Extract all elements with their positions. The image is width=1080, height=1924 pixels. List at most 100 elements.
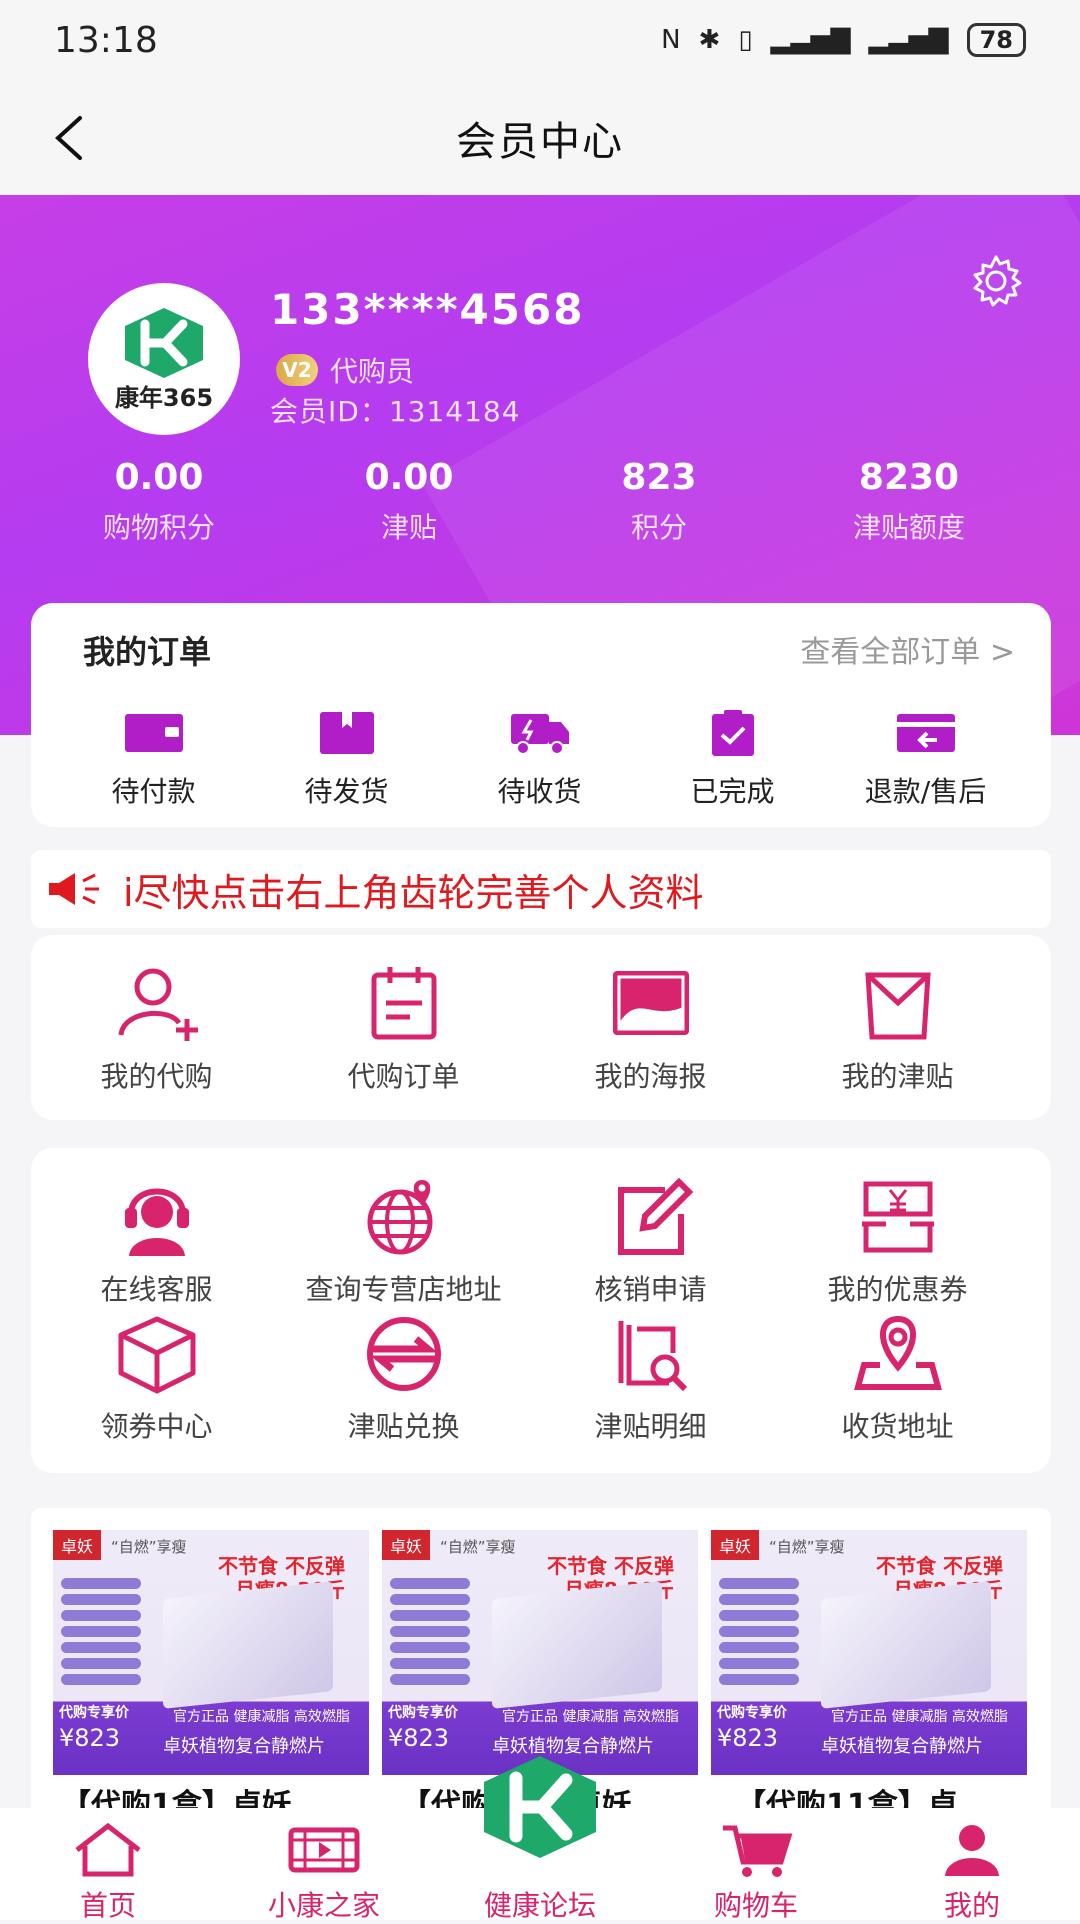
member-level: V2 代购员 [276, 350, 414, 390]
product-title[interactable]: 【代购11盒】卓 [736, 1780, 958, 1808]
globe-pin-icon [367, 1180, 432, 1255]
product-slogan: “自燃”享瘦 [111, 1538, 187, 1556]
add-user-icon [118, 968, 198, 1041]
order-label: 待发货 [304, 775, 389, 808]
status-icons: N ✱ ▯ ▂▃▅▇ ▂▃▅▇ 78 [661, 23, 1026, 57]
wallet-icon [124, 714, 183, 752]
megaphone-icon [49, 873, 99, 905]
tool-coupon-center[interactable]: 领券中心 [33, 1313, 280, 1445]
signal-icon: ▂▃▅▇ [868, 25, 949, 55]
refund-icon [896, 714, 955, 752]
nav-bar: 会员中心 [0, 80, 1080, 195]
tab-mine[interactable]: 我的 [864, 1808, 1080, 1922]
search-docs-icon [618, 1321, 687, 1392]
product-price: ¥823 [717, 1724, 779, 1752]
signal-icon: ▂▃▅▇ [770, 25, 851, 55]
level-label: 代购员 [330, 355, 415, 388]
user-icon [945, 1825, 999, 1876]
tool-allowance-details[interactable]: 津贴明细 [527, 1313, 774, 1445]
gear-icon[interactable] [968, 253, 1024, 309]
cube-icon [118, 1316, 195, 1394]
orders-card: 我的订单 查看全部订单 > 待付款 待发货 待收货 已完成 退款/售后 [31, 603, 1051, 827]
service-my-allowance[interactable]: 我的津贴 [774, 963, 1021, 1095]
product-features: 官方正品 健康减脂 高效燃脂 [502, 1709, 679, 1725]
product-box-image [163, 1581, 333, 1709]
tool-shipping-address[interactable]: 收货地址 [774, 1313, 1021, 1445]
order-pending-payment[interactable]: 待付款 [57, 708, 250, 810]
headset-icon [124, 1188, 189, 1256]
product-brand-tag: 卓妖 [53, 1530, 102, 1560]
member-id: 会员ID：1314184 [270, 395, 521, 428]
tab-label: 我的 [943, 1889, 1000, 1922]
avatar[interactable]: 康年365 [88, 283, 240, 435]
stats-row: 0.00 购物积分 0.00 津贴 823 积分 8230 津贴额度 [0, 457, 1080, 546]
tool-writeoff-apply[interactable]: 核销申请 [527, 1176, 774, 1308]
stat-value: 0.00 [114, 457, 204, 498]
notice-bar[interactable]: i尽快点击右上角齿轮完善个人资料 [31, 850, 1051, 928]
product-feature-list [719, 1578, 799, 1690]
product-box-image [821, 1581, 991, 1709]
tool-label: 我的优惠券 [827, 1273, 968, 1306]
headline-line: 不节食 不反弹 [876, 1554, 1003, 1578]
order-label: 待收货 [497, 775, 582, 808]
edit-icon [617, 1177, 693, 1255]
status-bar: 13:18 N ✱ ▯ ▂▃▅▇ ▂▃▅▇ 78 [0, 0, 1080, 80]
product-features: 官方正品 健康减脂 高效燃脂 [173, 1709, 350, 1725]
bluetooth-icon: ✱ [698, 25, 721, 55]
tool-label: 津贴兑换 [347, 1410, 460, 1443]
tab-cart[interactable]: 购物车 [648, 1808, 864, 1922]
product-card[interactable]: 卓妖 “自燃”享瘦 不节食 不反弹月瘦8-30斤 代购专享价 ¥823 官方正品… [382, 1530, 698, 1775]
tools-card: 在线客服 查询专营店地址 核销申请 我的优惠券 领券中心 津贴兑换 津贴明细 收… [31, 1148, 1051, 1473]
tool-allowance-exchange[interactable]: 津贴兑换 [280, 1313, 527, 1445]
order-refund[interactable]: 退款/售后 [829, 708, 1022, 810]
tool-my-coupons[interactable]: 我的优惠券 [774, 1176, 1021, 1308]
tab-home[interactable]: 首页 [0, 1808, 216, 1922]
stat-points[interactable]: 823 积分 [534, 457, 784, 546]
notice-text: i尽快点击右上角齿轮完善个人资料 [123, 870, 704, 915]
back-arrow-icon[interactable] [44, 108, 104, 168]
headline-line: 不节食 不反弹 [218, 1554, 345, 1578]
home-icon [75, 1822, 141, 1877]
tool-label: 在线客服 [100, 1273, 213, 1306]
kangnian-logo-icon [125, 307, 203, 378]
tool-label: 津贴明细 [594, 1410, 707, 1443]
location-icon [853, 1315, 942, 1390]
bag-icon [864, 972, 931, 1040]
product-card[interactable]: 卓妖 “自燃”享瘦 不节食 不反弹月瘦8-30斤 代购专享价 ¥823 官方正品… [53, 1530, 369, 1775]
product-price: ¥823 [59, 1724, 121, 1752]
product-name: 卓妖植物复合静燃片 [163, 1736, 325, 1757]
order-pending-receipt[interactable]: 待收货 [443, 708, 636, 810]
clipboard-check-icon [711, 710, 754, 756]
product-price-tag: 代购专享价 [717, 1705, 787, 1721]
service-my-poster[interactable]: 我的海报 [527, 963, 774, 1095]
image-icon [612, 971, 689, 1035]
vibrate-icon: ▯ [738, 25, 753, 55]
tab-xiaokang-home[interactable]: 小康之家 [216, 1808, 432, 1922]
stat-shopping-points[interactable]: 0.00 购物积分 [34, 457, 284, 546]
service-my-purchase[interactable]: 我的代购 [33, 963, 280, 1095]
stat-allowance-quota[interactable]: 8230 津贴额度 [784, 457, 1034, 546]
service-label: 代购订单 [347, 1060, 460, 1093]
product-card[interactable]: 卓妖 “自燃”享瘦 不节食 不反弹月瘦8-30斤 代购专享价 ¥823 官方正品… [711, 1530, 1027, 1775]
product-price: ¥823 [388, 1724, 450, 1752]
product-title[interactable]: 【代购1盒】卓妖 [61, 1780, 292, 1808]
order-pending-shipment[interactable]: 待发货 [250, 708, 443, 810]
page-title: 会员中心 [456, 118, 624, 165]
service-purchase-orders[interactable]: 代购订单 [280, 963, 527, 1095]
product-features: 官方正品 健康减脂 高效燃脂 [831, 1709, 1008, 1725]
tool-label: 核销申请 [594, 1273, 707, 1306]
view-all-orders-link[interactable]: 查看全部订单 > [800, 627, 1015, 671]
tool-online-service[interactable]: 在线客服 [33, 1176, 280, 1308]
stat-label: 津贴额度 [852, 511, 965, 544]
services-card: 我的代购 代购订单 我的海报 我的津贴 [31, 935, 1051, 1120]
stat-value: 8230 [858, 457, 960, 498]
health-forum-logo-icon[interactable] [478, 1752, 602, 1862]
nfc-icon: N [661, 25, 681, 55]
stat-value: 0.00 [364, 457, 454, 498]
stat-allowance[interactable]: 0.00 津贴 [284, 457, 534, 546]
status-time: 13:18 [54, 19, 158, 61]
order-completed[interactable]: 已完成 [636, 708, 829, 810]
truck-icon [510, 714, 569, 755]
service-label: 我的代购 [100, 1060, 213, 1093]
tool-store-address[interactable]: 查询专营店地址 [280, 1176, 527, 1308]
